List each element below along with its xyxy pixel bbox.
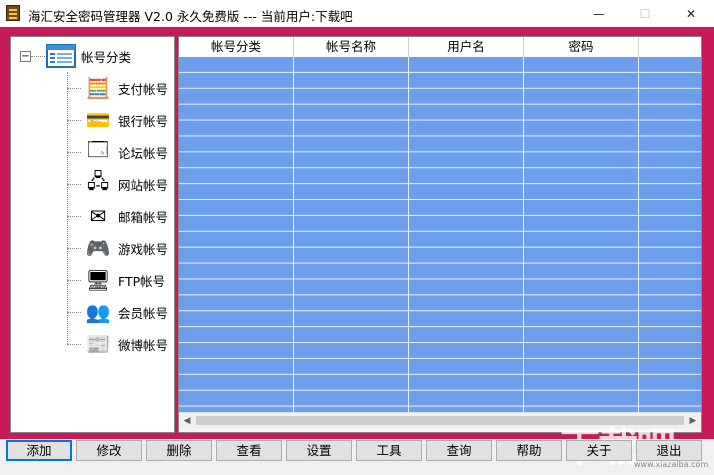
tree-item-label: 网站帐号 xyxy=(118,177,169,193)
tree-item[interactable]: 🧮 支付帐号 xyxy=(83,74,168,102)
title-bar: 海汇安全密码管理器 V2.0 永久免费版 --- 当前用户:下载吧 — ☐ ✕ xyxy=(0,0,714,27)
tree-connector xyxy=(67,152,81,153)
tree-collapse-toggle[interactable]: − xyxy=(20,51,31,62)
tree-item[interactable]: 💳 银行帐号 xyxy=(83,106,168,134)
calculator-icon: 🧮 xyxy=(85,76,111,100)
grid-body[interactable] xyxy=(179,57,701,412)
tree-connector xyxy=(67,280,81,281)
tree-connector xyxy=(31,56,45,57)
tree-item-label: 论坛帐号 xyxy=(118,145,169,161)
scroll-right-icon[interactable]: ▶ xyxy=(685,413,701,429)
tree-item[interactable]: 👥 会员帐号 xyxy=(83,298,168,326)
envelope-icon: ✉ xyxy=(89,204,107,228)
document-icon: 📰 xyxy=(85,332,111,356)
column-header-website[interactable]: 网: xyxy=(639,37,701,57)
tree-connector xyxy=(67,248,81,249)
tree-item-label: 会员帐号 xyxy=(118,305,169,321)
maximize-button[interactable]: ☐ xyxy=(622,0,668,27)
network-icon: 🖧 xyxy=(86,169,110,193)
computer-icon: 🖥 xyxy=(85,268,111,292)
about-button[interactable]: 关于 xyxy=(566,440,632,461)
tree-connector xyxy=(67,312,81,313)
tree-item[interactable]: 📰 微博帐号 xyxy=(83,330,168,358)
search-button[interactable]: 查询 xyxy=(426,440,492,461)
add-button[interactable]: 添加 xyxy=(6,440,72,461)
bottom-toolbar: 添加 修改 删除 查看 设置 工具 查询 帮助 关于 退出 xyxy=(0,439,714,475)
tree-item[interactable]: 🗔 论坛帐号 xyxy=(83,137,169,166)
column-header-account-name[interactable]: 帐号名称 xyxy=(294,37,409,57)
tree-item-label: 银行帐号 xyxy=(118,113,169,129)
scroll-left-icon[interactable]: ◀ xyxy=(179,413,195,429)
users-icon: 👥 xyxy=(85,300,111,324)
close-button[interactable]: ✕ xyxy=(668,0,714,27)
tree-connector xyxy=(67,344,81,345)
category-list-icon xyxy=(46,42,76,70)
tree-item[interactable]: 🖧 网站帐号 xyxy=(83,169,169,198)
tree-connector xyxy=(67,72,68,344)
tree-connector xyxy=(67,184,81,185)
grid-header: 帐号分类 帐号名称 用户名 密码 网: xyxy=(179,37,701,58)
app-icon xyxy=(6,5,20,21)
help-button[interactable]: 帮助 xyxy=(496,440,562,461)
view-button[interactable]: 查看 xyxy=(216,440,282,461)
tree-connector xyxy=(67,88,81,89)
tree-item[interactable]: 🖥 FTP帐号 xyxy=(83,266,165,294)
tree-root[interactable]: 帐号分类 xyxy=(46,42,131,70)
tools-button[interactable]: 工具 xyxy=(356,440,422,461)
forum-window-icon: 🗔 xyxy=(87,137,109,161)
minimize-button[interactable]: — xyxy=(576,0,622,27)
delete-button[interactable]: 删除 xyxy=(146,440,212,461)
tree-item-label: 支付帐号 xyxy=(118,81,169,97)
account-grid: 帐号分类 帐号名称 用户名 密码 网: ◀ ▶ xyxy=(178,36,702,433)
tree-root-label: 帐号分类 xyxy=(81,49,132,65)
tree-connector xyxy=(67,120,81,121)
column-header-username[interactable]: 用户名 xyxy=(409,37,524,57)
tree-item-label: 游戏帐号 xyxy=(118,241,169,257)
bank-card-icon: 💳 xyxy=(85,108,111,132)
tree-item[interactable]: ✉ 邮箱帐号 xyxy=(83,202,168,230)
column-header-password[interactable]: 密码 xyxy=(524,37,639,57)
tree-item-label: 邮箱帐号 xyxy=(118,209,169,225)
window-title: 海汇安全密码管理器 V2.0 永久免费版 --- 当前用户:下载吧 xyxy=(28,9,353,24)
gamepad-icon: 🎮 xyxy=(85,236,111,260)
tree-item[interactable]: 🎮 游戏帐号 xyxy=(83,234,168,262)
exit-button[interactable]: 退出 xyxy=(636,440,702,461)
tree-connector xyxy=(67,216,81,217)
column-header-category[interactable]: 帐号分类 xyxy=(179,37,294,57)
settings-button[interactable]: 设置 xyxy=(286,440,352,461)
tree-item-label: FTP帐号 xyxy=(118,273,166,289)
tree-item-label: 微博帐号 xyxy=(118,337,169,353)
grid-cells[interactable] xyxy=(179,57,701,412)
edit-button[interactable]: 修改 xyxy=(76,440,142,461)
